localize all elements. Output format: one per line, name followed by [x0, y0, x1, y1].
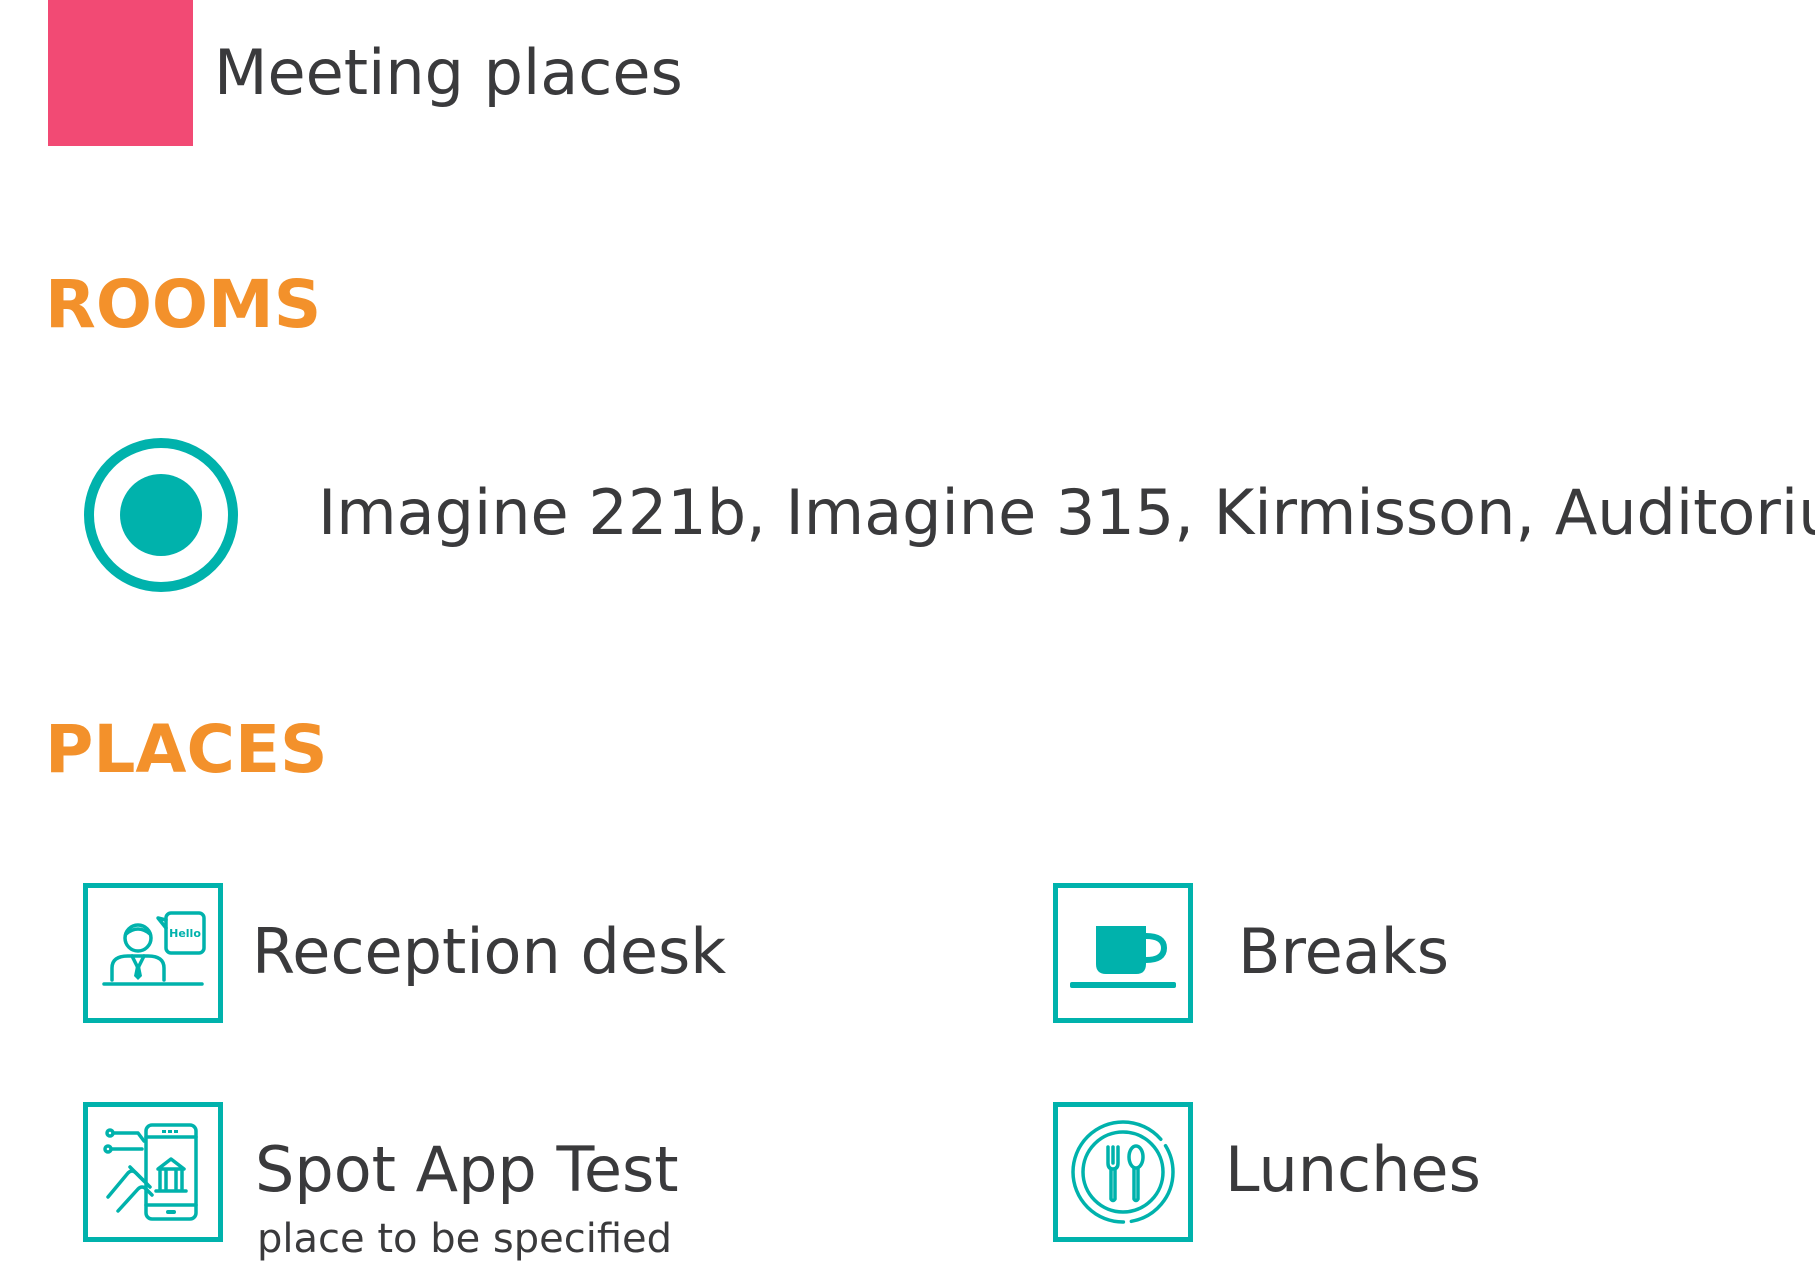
spot-app-test-label: Spot App Test	[255, 1133, 679, 1206]
places-heading: PLACES	[45, 711, 328, 788]
plate-cutlery-icon	[1053, 1102, 1193, 1242]
breaks-label: Breaks	[1238, 915, 1450, 988]
legend-swatch	[48, 0, 193, 146]
hello-bubble-text: Hello	[169, 927, 201, 940]
reception-desk-label: Reception desk	[252, 915, 727, 988]
reception-desk-icon: Hello	[83, 883, 223, 1023]
rooms-list: Imagine 221b, Imagine 315, Kirmisson, Au…	[318, 476, 1815, 549]
lunches-label: Lunches	[1225, 1133, 1481, 1206]
radio-target-icon	[82, 436, 240, 594]
rooms-heading: ROOMS	[45, 266, 322, 343]
app-test-icon	[83, 1102, 223, 1242]
coffee-cup-icon	[1053, 883, 1193, 1023]
legend-label: Meeting places	[214, 36, 683, 109]
spot-app-test-sublabel: place to be specified	[257, 1216, 673, 1262]
